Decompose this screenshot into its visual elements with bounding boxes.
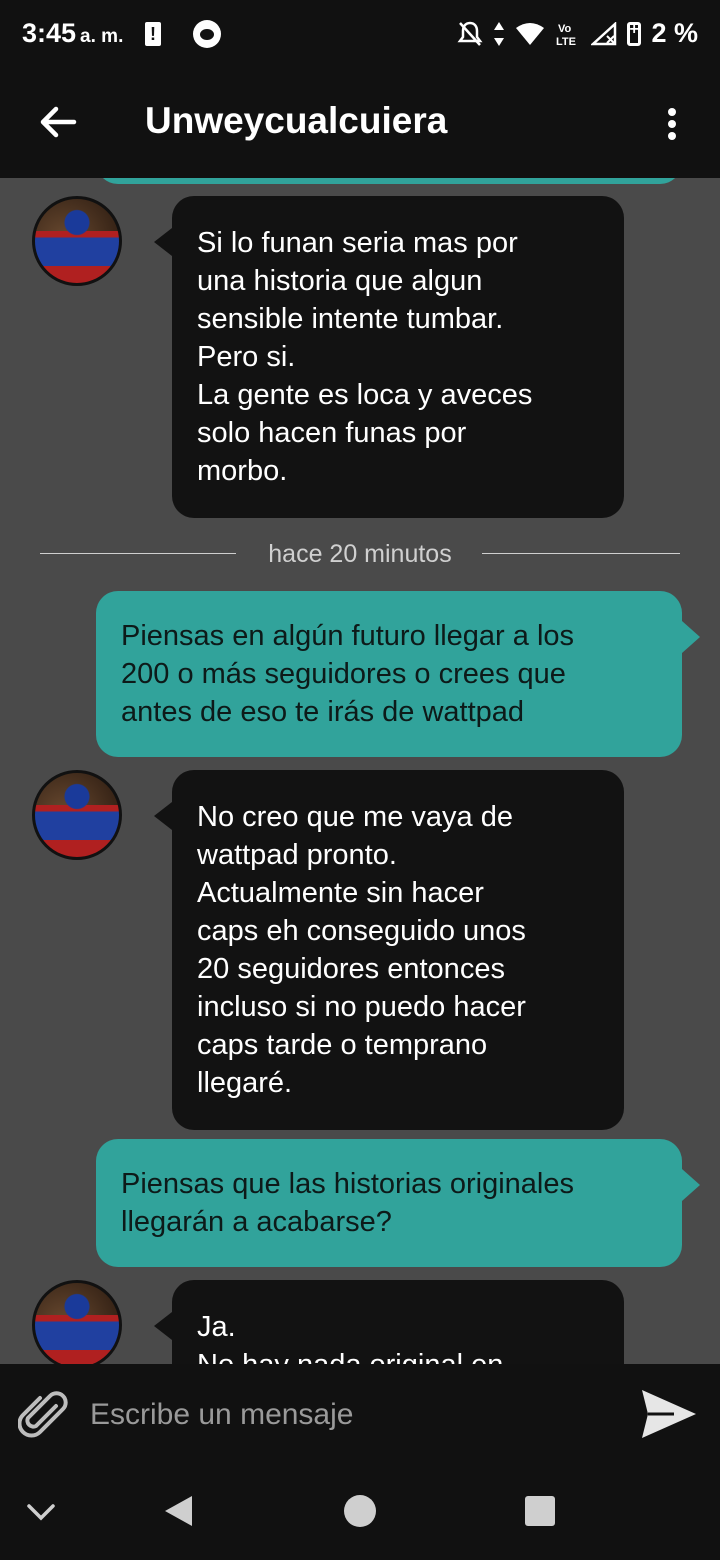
data-arrows-icon bbox=[494, 21, 505, 46]
volte-icon: Vo LTE bbox=[556, 23, 576, 47]
reddit-notification-icon bbox=[193, 20, 221, 48]
time-divider-label: hace 20 minutos bbox=[268, 540, 452, 568]
conversation-title: Unweycualcuiera bbox=[145, 100, 448, 141]
app-bar: Unweycualcuiera bbox=[0, 70, 720, 178]
message-composer bbox=[0, 1364, 720, 1464]
hide-keyboard-chevron-icon[interactable] bbox=[24, 1494, 58, 1528]
send-icon[interactable] bbox=[640, 1386, 698, 1442]
avatar[interactable] bbox=[32, 196, 122, 286]
mute-notifications-icon bbox=[457, 21, 483, 46]
alert-notification-icon: ! bbox=[145, 22, 161, 46]
incoming-message: Ja. No hay nada original en bbox=[154, 1280, 624, 1364]
status-icons: Vo LTE 2 % bbox=[457, 18, 698, 49]
nav-back-icon[interactable] bbox=[162, 1494, 196, 1528]
svg-text:LTE: LTE bbox=[556, 36, 576, 47]
paperclip-icon[interactable] bbox=[18, 1390, 70, 1442]
message-input[interactable] bbox=[88, 1384, 612, 1446]
nav-recents-icon[interactable] bbox=[525, 1496, 555, 1526]
outgoing-message: Piensas en algún futuro llegar a los 200… bbox=[96, 591, 700, 757]
status-time-value: 3:45 bbox=[22, 18, 77, 48]
previous-outgoing-bubble bbox=[96, 178, 682, 184]
signal-icon bbox=[591, 21, 617, 45]
svg-text:Vo: Vo bbox=[558, 23, 572, 35]
incoming-message: Si lo funan seria mas por una historia q… bbox=[154, 196, 624, 518]
battery-icon bbox=[627, 21, 642, 46]
avatar[interactable] bbox=[32, 1280, 122, 1364]
wifi-icon bbox=[516, 22, 545, 45]
chat-area[interactable]: Si lo funan seria mas por una historia q… bbox=[0, 178, 720, 1364]
avatar[interactable] bbox=[32, 770, 122, 860]
status-ampm: a. m. bbox=[80, 26, 124, 47]
time-divider: hace 20 minutos bbox=[40, 540, 680, 568]
more-options-icon[interactable] bbox=[652, 100, 692, 148]
status-bar: 3:45a. m. ! Vo LTE 2 % bbox=[0, 0, 720, 70]
status-time: 3:45 a. m. bbox=[22, 18, 123, 49]
system-nav-bar bbox=[0, 1464, 720, 1560]
battery-percent: 2 % bbox=[651, 18, 698, 48]
back-arrow-icon[interactable] bbox=[34, 98, 82, 146]
incoming-message: No creo que me vaya de wattpad pronto. A… bbox=[154, 770, 624, 1130]
nav-home-icon[interactable] bbox=[344, 1495, 376, 1527]
outgoing-message: Piensas que las historias originales lle… bbox=[96, 1139, 700, 1267]
